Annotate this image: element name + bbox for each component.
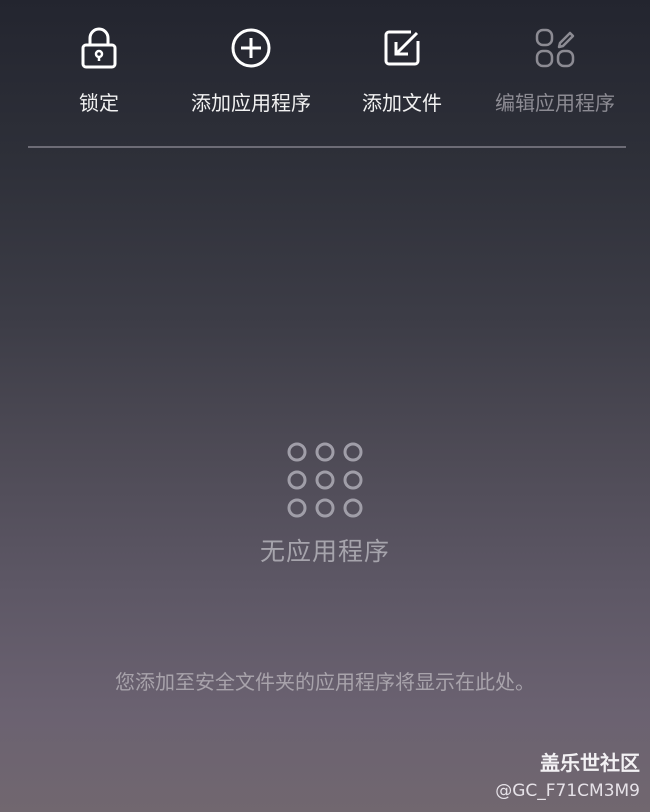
edit-apps-icon xyxy=(533,26,577,70)
watermark-user: @GC_F71CM3M9 xyxy=(495,781,640,801)
apps-grid-icon xyxy=(285,440,365,520)
empty-state-title: 无应用程序 xyxy=(259,537,390,566)
add-app-button[interactable]: 添加应用程序 xyxy=(171,26,331,126)
empty-state: 无应用程序 xyxy=(0,440,650,568)
add-file-label: 添加文件 xyxy=(362,91,442,115)
add-file-icon xyxy=(380,26,424,70)
edit-apps-button[interactable]: 编辑应用程序 xyxy=(475,26,635,126)
edit-apps-label: 编辑应用程序 xyxy=(495,91,615,115)
watermark-site: 盖乐世社区 xyxy=(540,751,640,775)
plus-circle-icon xyxy=(229,26,273,70)
watermark: 盖乐世社区 @GC_F71CM3M9 xyxy=(495,750,640,802)
lock-label: 锁定 xyxy=(79,91,119,115)
lock-icon xyxy=(77,26,121,70)
empty-state-description: 您添加至安全文件夹的应用程序将显示在此处。 xyxy=(115,670,535,694)
toolbar-divider xyxy=(28,146,626,148)
lock-button[interactable]: 锁定 xyxy=(19,26,179,126)
top-toolbar: 锁定 添加应用程序 添加文件 编辑应用程序 xyxy=(0,0,650,140)
add-app-label: 添加应用程序 xyxy=(191,91,311,115)
add-file-button[interactable]: 添加文件 xyxy=(322,26,482,126)
